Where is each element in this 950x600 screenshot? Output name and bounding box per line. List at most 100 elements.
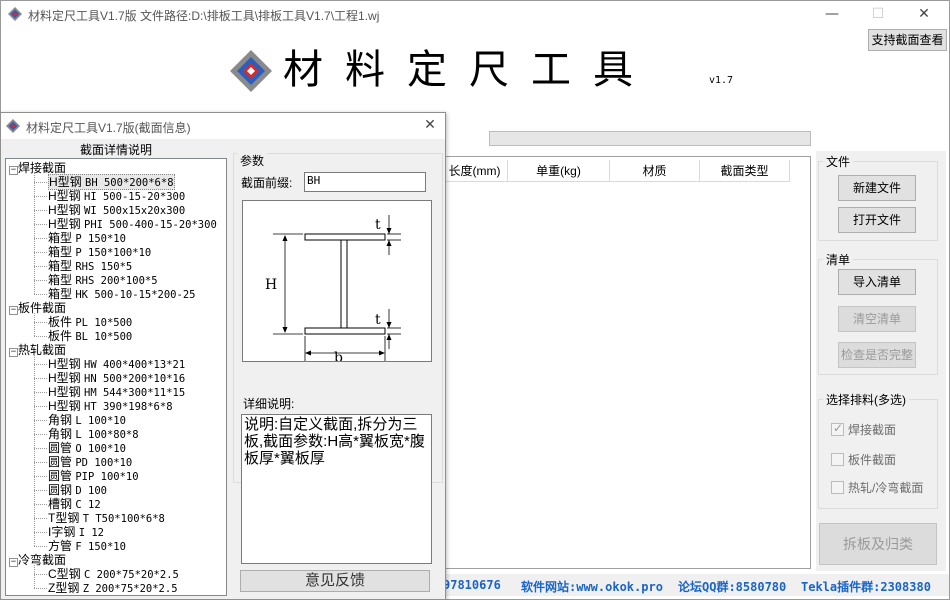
detail-label: 详细说明:	[243, 397, 295, 411]
column-header-material[interactable]: 材质	[610, 160, 700, 182]
tree-item-kind: I字钢	[48, 525, 76, 539]
tree-item[interactable]: 角钢 L 100*80*8	[48, 427, 139, 441]
tree-item[interactable]: 箱型 HK 500-10-15*200-25	[48, 287, 195, 301]
maximize-icon[interactable]: ☐	[855, 1, 901, 29]
tree-item-spec: PD 100*10	[75, 457, 133, 469]
tree-item[interactable]: 箱型 P 150*10	[48, 231, 126, 245]
tree-item[interactable]: 圆管 O 100*10	[48, 441, 126, 455]
tree-expander-icon[interactable]: −	[9, 306, 18, 315]
tree-connector	[19, 350, 23, 351]
tree-item[interactable]: 板件 PL 10*500	[48, 315, 132, 329]
tree-item-kind: 箱型	[48, 245, 73, 259]
tree-item[interactable]: 箱型 RHS 150*5	[48, 259, 132, 273]
tree-item-kind: T型钢	[48, 511, 80, 525]
tree-item[interactable]: 方管 F 150*10	[48, 539, 126, 553]
tree-item[interactable]: H型钢 PHI 500-400-15-20*300	[48, 217, 217, 231]
detail-textbox[interactable]: 说明:自定义截面,拆分为三板,截面参数:H高*翼板宽*腹板厚*翼板厚	[241, 414, 432, 564]
checkbox-rolled-section[interactable]: 热轧/冷弯截面	[831, 479, 923, 496]
tree-expander-icon[interactable]: −	[9, 558, 18, 567]
close-icon[interactable]: ✕	[901, 1, 947, 29]
tree-item-spec: PL 10*500	[75, 317, 133, 329]
tree-item-kind: 箱型	[48, 287, 73, 301]
tree-item[interactable]: H型钢 HT 390*198*6*8	[48, 399, 173, 413]
tree-item-kind: 箱型	[48, 259, 73, 273]
tree-item[interactable]: H型钢 HW 400*400*13*21	[48, 357, 185, 371]
tree-connector	[34, 238, 47, 239]
tree-item-kind: H型钢	[48, 399, 81, 413]
tree-category[interactable]: − 焊接截面	[9, 161, 66, 175]
tree-connector	[34, 574, 47, 575]
tree-item[interactable]: I字钢 I 12	[48, 525, 104, 539]
dim-label-t-bottom: t	[375, 312, 381, 328]
dim-label-b: b	[334, 350, 343, 361]
tree-item[interactable]: C型钢 C 200*75*20*2.5	[48, 567, 179, 581]
tree-category[interactable]: − 热轧截面	[9, 343, 66, 357]
tree-connector	[34, 490, 47, 491]
tree-item[interactable]: 板件 BL 10*500	[48, 329, 132, 343]
tree-item-spec: HI 500-15-20*300	[84, 191, 186, 203]
split-classify-button[interactable]: 拆板及归类	[819, 523, 937, 565]
status-forum-qq: 论坛QQ群:8580780	[678, 580, 787, 594]
tree-item-kind: 箱型	[48, 231, 73, 245]
tree-expander-icon[interactable]: −	[9, 348, 18, 357]
clear-list-button[interactable]: 清空清单	[838, 306, 916, 332]
tree-item[interactable]: 箱型 RHS 200*100*5	[48, 273, 158, 287]
feedback-button[interactable]: 意见反馈	[240, 570, 430, 592]
main-window-title: 材料定尺工具V1.7版 文件路径:D:\排板工具\排板工具V1.7\工程1.wj	[28, 9, 380, 23]
tree-connector	[34, 420, 47, 421]
tree-item[interactable]: 圆管 PD 100*10	[48, 455, 132, 469]
tree-item-spec: O 100*10	[75, 443, 126, 455]
progress-bar	[489, 131, 811, 146]
tree-category[interactable]: − 冷弯截面	[9, 553, 66, 567]
tree-item-spec: C 200*75*20*2.5	[84, 569, 179, 581]
status-website[interactable]: 软件网站:www.okok.pro	[521, 578, 663, 595]
checkbox-welded-section[interactable]: 焊接截面	[831, 421, 896, 438]
tree-item[interactable]: H型钢 HI 500-15-20*300	[48, 189, 185, 203]
checkbox-icon[interactable]	[831, 481, 844, 494]
tree-item-spec: D 100	[75, 485, 107, 497]
import-list-button[interactable]: 导入清单	[838, 269, 916, 295]
tree-item-spec: PIP 100*10	[75, 471, 139, 483]
support-section-view-button[interactable]: 支持截面查看	[868, 29, 947, 51]
close-icon[interactable]: ✕	[415, 113, 445, 139]
minimize-icon[interactable]: —	[809, 1, 855, 29]
tree-item[interactable]: T型钢 T T50*100*6*8	[48, 511, 165, 525]
checkbox-icon[interactable]	[831, 421, 844, 436]
prefix-input[interactable]: BH	[304, 172, 426, 192]
column-header-section-type[interactable]: 截面类型	[700, 160, 790, 182]
tree-category-label: 板件截面	[18, 301, 67, 315]
tree-item[interactable]: 圆钢 D 100	[48, 483, 107, 497]
open-file-button[interactable]: 打开文件	[838, 207, 916, 233]
tree-expander-icon[interactable]: −	[9, 166, 18, 175]
checkbox-welded-label: 焊接截面	[848, 423, 897, 437]
tree-connector	[34, 294, 47, 295]
tree-item[interactable]: 圆管 PIP 100*10	[48, 469, 139, 483]
tree-category[interactable]: − 板件截面	[9, 301, 66, 315]
status-bar: 97810676 软件网站:www.okok.pro 论坛QQ群:8580780…	[441, 574, 949, 596]
table-header: 长度(mm) 单重(kg) 材质 截面类型	[442, 160, 790, 182]
tree-item[interactable]: H型钢 HM 544*300*11*15	[48, 385, 185, 399]
tree-item[interactable]: H型钢 BH 500*200*6*8	[48, 174, 175, 190]
column-header-length[interactable]: 长度(mm)	[442, 160, 508, 182]
tree-connector	[34, 322, 47, 323]
tree-item[interactable]: H型钢 WI 500x15x20x300	[48, 203, 185, 217]
tree-item[interactable]: 槽钢 C 12	[48, 497, 101, 511]
tree-connector	[19, 560, 23, 561]
main-title-bar[interactable]: 材料定尺工具V1.7版 文件路径:D:\排板工具\排板工具V1.7\工程1.wj…	[1, 1, 949, 29]
column-header-unit-weight[interactable]: 单重(kg)	[508, 160, 610, 182]
check-complete-button[interactable]: 检查是否完整	[838, 342, 916, 368]
dim-label-h: H	[265, 277, 277, 293]
checkbox-icon[interactable]	[831, 453, 844, 466]
section-tree[interactable]: − 焊接截面 H型钢 BH 500*200*6*8 H型钢 HI 500-15-20*…	[5, 158, 227, 596]
tree-connector	[34, 462, 47, 463]
tree-item[interactable]: 角钢 L 100*10	[48, 413, 126, 427]
checkbox-plate-section[interactable]: 板件截面	[831, 451, 896, 468]
tree-item[interactable]: H型钢 HN 500*200*10*16	[48, 371, 185, 385]
tree-item[interactable]: 箱型 P 150*100*10	[48, 245, 151, 259]
data-table[interactable]: 长度(mm) 单重(kg) 材质 截面类型	[441, 156, 811, 569]
tree-item-spec: HK 500-10-15*200-25	[75, 289, 196, 301]
new-file-button[interactable]: 新建文件	[838, 175, 916, 201]
checkbox-plate-label: 板件截面	[848, 453, 897, 467]
tree-item[interactable]: Z型钢 Z 200*75*20*2.5	[48, 581, 178, 595]
dialog-title-bar[interactable]: 材料定尺工具V1.7版(截面信息) ✕	[1, 113, 445, 139]
